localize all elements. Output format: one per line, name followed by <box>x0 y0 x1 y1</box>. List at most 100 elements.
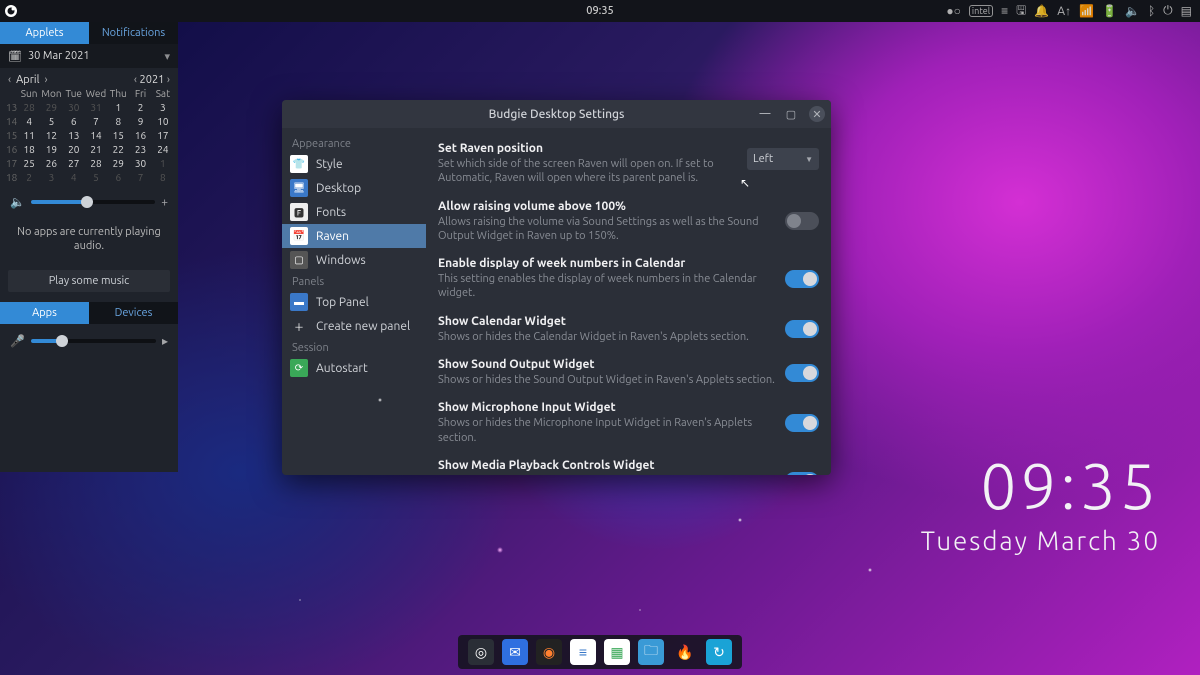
dock-software[interactable]: ↻ <box>706 639 732 665</box>
calendar-day[interactable]: 17 <box>152 130 174 141</box>
mic-slider[interactable] <box>31 339 156 343</box>
calendar-day[interactable]: 11 <box>18 130 40 141</box>
tab-apps[interactable]: Apps <box>0 302 89 324</box>
month-prev-icon[interactable]: ‹ <box>8 74 11 86</box>
calendar-date-row[interactable]: 🗓 30 Mar 2021 ▾ <box>0 44 178 68</box>
calendar-day[interactable]: 26 <box>40 158 62 169</box>
calendar-day[interactable]: 21 <box>85 144 107 155</box>
calendar-day[interactable]: 6 <box>107 172 129 183</box>
sidebar-item-windows[interactable]: ▢ Windows <box>282 248 426 272</box>
dock-writer[interactable]: ≡ <box>570 639 596 665</box>
year-next-icon[interactable]: › <box>167 74 170 86</box>
calendar-day[interactable]: 28 <box>18 102 40 113</box>
year-prev-icon[interactable]: ‹ <box>134 74 137 86</box>
power-icon[interactable]: ⏻ <box>1163 4 1173 18</box>
tab-devices[interactable]: Devices <box>89 302 178 324</box>
sidebar-item-toppanel[interactable]: ▬ Top Panel <box>282 290 426 314</box>
calendar-day[interactable]: 1 <box>152 158 174 169</box>
soundout-toggle[interactable] <box>785 364 819 382</box>
sidebar-icon[interactable]: ▤ <box>1181 4 1192 18</box>
bell-icon[interactable]: 🔔 <box>1034 4 1049 18</box>
menu-lines-icon[interactable]: ≡ <box>1001 4 1008 18</box>
calendar-day[interactable]: 5 <box>40 116 62 127</box>
micin-toggle[interactable] <box>785 414 819 432</box>
caps-icon[interactable]: A↑ <box>1057 4 1071 18</box>
calendar-day[interactable]: 10 <box>152 116 174 127</box>
close-button[interactable]: ✕ <box>809 106 825 122</box>
calendar-day[interactable]: 24 <box>152 144 174 155</box>
mpris-toggle[interactable] <box>785 472 819 475</box>
network-icon[interactable]: 📶 <box>1079 4 1094 18</box>
chip-icon[interactable]: intel <box>969 5 993 17</box>
calendar-day[interactable]: 6 <box>63 116 85 127</box>
calendar-day[interactable]: 23 <box>129 144 151 155</box>
calendar-day[interactable]: 4 <box>18 116 40 127</box>
speaker-icon[interactable]: 🔈 <box>10 195 25 209</box>
menu-button[interactable] <box>0 0 22 22</box>
calendar-day[interactable]: 22 <box>107 144 129 155</box>
calendar-day[interactable]: 29 <box>107 158 129 169</box>
calendar-day[interactable]: 2 <box>129 102 151 113</box>
calendar-day[interactable]: 31 <box>85 102 107 113</box>
plus-icon[interactable]: + <box>161 196 168 209</box>
month-next-icon[interactable]: › <box>45 74 48 86</box>
bluetooth-icon[interactable]: ᛒ <box>1148 5 1155 18</box>
ravenpos-dropdown[interactable]: Left▼ <box>747 148 819 170</box>
raven-tabs: Applets Notifications <box>0 22 178 44</box>
minimize-button[interactable]: — <box>757 106 773 122</box>
calendar-day[interactable]: 7 <box>85 116 107 127</box>
dock-firefox[interactable]: 🔥 <box>672 639 698 665</box>
dock-files[interactable]: 🗀 <box>638 639 664 665</box>
microphone-icon[interactable]: 🎤 <box>10 334 25 348</box>
calendar-day[interactable]: 8 <box>152 172 174 183</box>
dock-mail[interactable]: ✉ <box>502 639 528 665</box>
calendar-day[interactable]: 28 <box>85 158 107 169</box>
vol100-toggle[interactable] <box>785 212 819 230</box>
dock-menu[interactable]: ◎ <box>468 639 494 665</box>
calendar-day[interactable]: 18 <box>18 144 40 155</box>
tab-notifications[interactable]: Notifications <box>89 22 178 44</box>
calendar-day[interactable]: 30 <box>63 102 85 113</box>
tab-applets[interactable]: Applets <box>0 22 89 44</box>
calendar-day[interactable]: 20 <box>63 144 85 155</box>
status-indicator-icon[interactable]: ●○ <box>946 4 961 18</box>
calendar-day[interactable]: 7 <box>129 172 151 183</box>
volume-slider[interactable] <box>31 200 155 204</box>
battery-icon[interactable]: 🔋 <box>1102 4 1117 18</box>
panel-clock[interactable]: 09:35 <box>586 5 614 17</box>
calendar-day[interactable]: 9 <box>129 116 151 127</box>
calendar-day[interactable]: 2 <box>18 172 40 183</box>
weeknum-toggle[interactable] <box>785 270 819 288</box>
window-titlebar[interactable]: Budgie Desktop Settings — ▢ ✕ <box>282 100 831 128</box>
sidebar-item-raven[interactable]: 📅 Raven <box>282 224 426 248</box>
calendar-day[interactable]: 25 <box>18 158 40 169</box>
calendar-day[interactable]: 19 <box>40 144 62 155</box>
sidebar-item-fonts[interactable]: 🅵 Fonts <box>282 200 426 224</box>
calendar-day[interactable]: 27 <box>63 158 85 169</box>
play-music-button[interactable]: Play some music <box>8 270 170 292</box>
calendar-day[interactable]: 12 <box>40 130 62 141</box>
calendar-day[interactable]: 16 <box>129 130 151 141</box>
calendar-day[interactable]: 8 <box>107 116 129 127</box>
calendar-day[interactable]: 3 <box>152 102 174 113</box>
dock-media[interactable]: ◉ <box>536 639 562 665</box>
sidebar-item-autostart[interactable]: ⟳ Autostart <box>282 356 426 380</box>
calendar-day[interactable]: 13 <box>63 130 85 141</box>
volume-icon[interactable]: 🔈 <box>1125 4 1140 18</box>
calendar-day[interactable]: 15 <box>107 130 129 141</box>
calwidget-toggle[interactable] <box>785 320 819 338</box>
sidebar-item-desktop[interactable]: 🖥 Desktop <box>282 176 426 200</box>
calendar-day[interactable]: 3 <box>40 172 62 183</box>
calendar-day[interactable]: 5 <box>85 172 107 183</box>
calendar-day[interactable]: 30 <box>129 158 151 169</box>
sidebar-item-newpanel[interactable]: ＋ Create new panel <box>282 314 426 338</box>
sidebar-item-style[interactable]: 👕 Style <box>282 152 426 176</box>
calendar-day[interactable]: 4 <box>63 172 85 183</box>
maximize-button[interactable]: ▢ <box>783 106 799 122</box>
expand-icon[interactable]: ▸ <box>162 334 168 348</box>
calendar-day[interactable]: 14 <box>85 130 107 141</box>
calendar-day[interactable]: 29 <box>40 102 62 113</box>
calendar-day[interactable]: 1 <box>107 102 129 113</box>
floppy-icon[interactable]: 🖫 <box>1016 1 1026 22</box>
dock-calc[interactable]: ▦ <box>604 639 630 665</box>
